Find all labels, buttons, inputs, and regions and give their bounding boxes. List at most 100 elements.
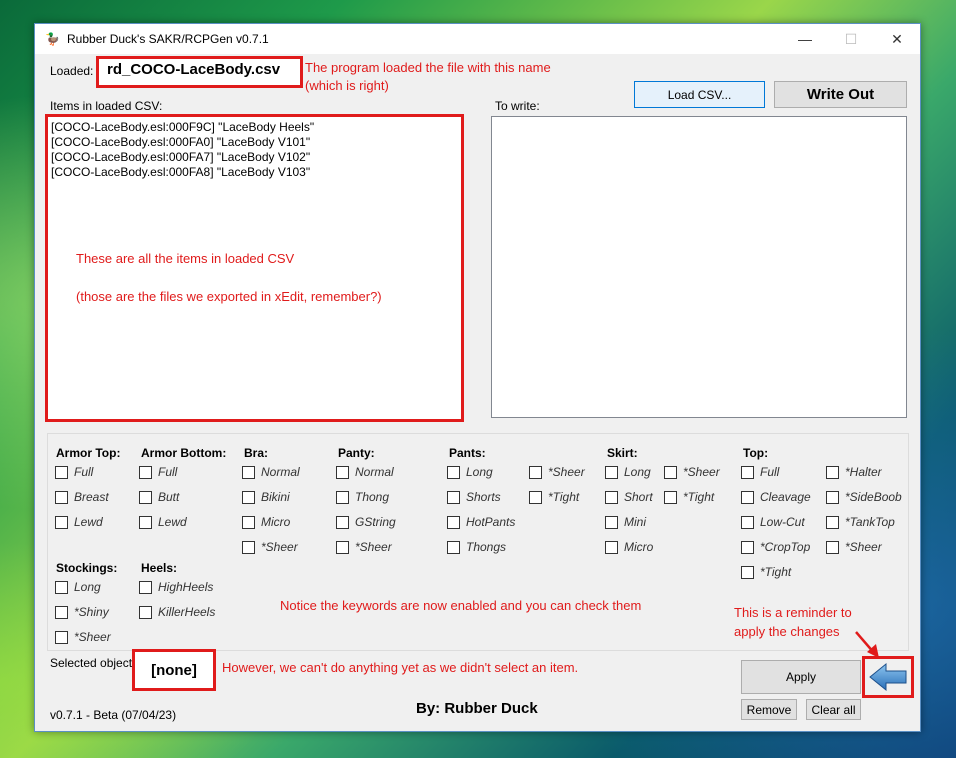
skirt-short-checkbox[interactable]: Short bbox=[605, 490, 653, 504]
checkbox-box[interactable] bbox=[336, 465, 349, 479]
checkbox-box[interactable] bbox=[336, 490, 349, 504]
checkbox-box[interactable] bbox=[336, 540, 349, 554]
heels-highheels-checkbox[interactable]: HighHeels bbox=[139, 580, 213, 594]
load-csv-button[interactable]: Load CSV... bbox=[634, 81, 765, 108]
list-item[interactable]: [COCO-LaceBody.esl:000FA7] "LaceBody V10… bbox=[51, 150, 458, 165]
checkbox-box[interactable] bbox=[336, 515, 349, 529]
checkbox-box[interactable] bbox=[55, 490, 68, 504]
checkbox-box[interactable] bbox=[55, 465, 68, 479]
checkbox-box[interactable] bbox=[741, 465, 754, 479]
bra-sheer-checkbox[interactable]: *Sheer bbox=[242, 540, 298, 554]
checkbox-box[interactable] bbox=[242, 490, 255, 504]
checkbox-box[interactable] bbox=[529, 465, 542, 479]
checkbox-box[interactable] bbox=[139, 580, 152, 594]
checkbox-label: Thongs bbox=[466, 540, 507, 554]
top-full-checkbox[interactable]: Full bbox=[741, 465, 779, 479]
checkbox-label: *Halter bbox=[845, 465, 882, 479]
remove-button[interactable]: Remove bbox=[741, 699, 797, 720]
panty-normal-checkbox[interactable]: Normal bbox=[336, 465, 394, 479]
top-sideboob-checkbox[interactable]: *SideBoob bbox=[826, 490, 902, 504]
close-button[interactable]: ✕ bbox=[874, 24, 920, 54]
checkbox-box[interactable] bbox=[826, 465, 839, 479]
checkbox-box[interactable] bbox=[741, 540, 754, 554]
pants-thongs-checkbox[interactable]: Thongs bbox=[447, 540, 506, 554]
maximize-button[interactable]: ☐ bbox=[828, 24, 874, 54]
skirt-sheer-checkbox[interactable]: *Sheer bbox=[664, 465, 720, 479]
pants-long-checkbox[interactable]: Long bbox=[447, 465, 493, 479]
armor-top-breast-checkbox[interactable]: Breast bbox=[55, 490, 109, 504]
checkbox-box[interactable] bbox=[741, 490, 754, 504]
checkbox-box[interactable] bbox=[826, 540, 839, 554]
checkbox-box[interactable] bbox=[242, 540, 255, 554]
stockings-shiny-checkbox[interactable]: *Shiny bbox=[55, 605, 109, 619]
panty-sheer-checkbox[interactable]: *Sheer bbox=[336, 540, 392, 554]
clear-all-button[interactable]: Clear all bbox=[806, 699, 861, 720]
stockings-sheer-checkbox[interactable]: *Sheer bbox=[55, 630, 111, 644]
pants-sheer-checkbox[interactable]: *Sheer bbox=[529, 465, 585, 479]
bra-bikini-checkbox[interactable]: Bikini bbox=[242, 490, 290, 504]
top-croptop-checkbox[interactable]: *CropTop bbox=[741, 540, 810, 554]
checkbox-box[interactable] bbox=[741, 565, 754, 579]
armor-top-lewd-checkbox[interactable]: Lewd bbox=[55, 515, 103, 529]
top-cleavage-checkbox[interactable]: Cleavage bbox=[741, 490, 811, 504]
items-listbox[interactable]: [COCO-LaceBody.esl:000F9C] "LaceBody Hee… bbox=[45, 114, 464, 422]
to-write-listbox[interactable] bbox=[491, 116, 907, 418]
write-out-button[interactable]: Write Out bbox=[774, 81, 907, 108]
top-lowcut-checkbox[interactable]: Low-Cut bbox=[741, 515, 805, 529]
pants-tight-checkbox[interactable]: *Tight bbox=[529, 490, 579, 504]
armor-bottom-butt-checkbox[interactable]: Butt bbox=[139, 490, 179, 504]
checkbox-label: *Sheer bbox=[683, 465, 720, 479]
minimize-button[interactable]: — bbox=[782, 24, 828, 54]
checkbox-box[interactable] bbox=[605, 515, 618, 529]
armor-bottom-lewd-checkbox[interactable]: Lewd bbox=[139, 515, 187, 529]
armor-bottom-full-checkbox[interactable]: Full bbox=[139, 465, 177, 479]
list-item[interactable]: [COCO-LaceBody.esl:000FA8] "LaceBody V10… bbox=[51, 165, 458, 180]
checkbox-box[interactable] bbox=[242, 515, 255, 529]
checkbox-box[interactable] bbox=[55, 630, 68, 644]
checkbox-box[interactable] bbox=[55, 605, 68, 619]
panty-thong-checkbox[interactable]: Thong bbox=[336, 490, 389, 504]
checkbox-box[interactable] bbox=[447, 540, 460, 554]
checkbox-box[interactable] bbox=[664, 465, 677, 479]
skirt-micro-checkbox[interactable]: Micro bbox=[605, 540, 653, 554]
checkbox-box[interactable] bbox=[447, 515, 460, 529]
heels-killerheels-checkbox[interactable]: KillerHeels bbox=[139, 605, 215, 619]
checkbox-box[interactable] bbox=[447, 490, 460, 504]
pants-hotpants-checkbox[interactable]: HotPants bbox=[447, 515, 515, 529]
checkbox-box[interactable] bbox=[55, 515, 68, 529]
skirt-mini-checkbox[interactable]: Mini bbox=[605, 515, 646, 529]
skirt-tight-checkbox[interactable]: *Tight bbox=[664, 490, 714, 504]
skirt-long-checkbox[interactable]: Long bbox=[605, 465, 651, 479]
back-arrow-button[interactable] bbox=[862, 656, 914, 698]
checkbox-box[interactable] bbox=[826, 490, 839, 504]
apply-button[interactable]: Apply bbox=[741, 660, 861, 694]
top-tanktop-checkbox[interactable]: *TankTop bbox=[826, 515, 895, 529]
panty-gstring-checkbox[interactable]: GString bbox=[336, 515, 396, 529]
checkbox-box[interactable] bbox=[741, 515, 754, 529]
title-bar[interactable]: 🦆 Rubber Duck's SAKR/RCPGen v0.7.1 — ☐ ✕ bbox=[35, 24, 920, 54]
checkbox-box[interactable] bbox=[242, 465, 255, 479]
checkbox-box[interactable] bbox=[529, 490, 542, 504]
checkbox-box[interactable] bbox=[664, 490, 677, 504]
list-item[interactable]: [COCO-LaceBody.esl:000F9C] "LaceBody Hee… bbox=[51, 120, 458, 135]
checkbox-box[interactable] bbox=[447, 465, 460, 479]
checkbox-box[interactable] bbox=[139, 465, 152, 479]
checkbox-box[interactable] bbox=[605, 490, 618, 504]
checkbox-box[interactable] bbox=[55, 580, 68, 594]
list-item[interactable]: [COCO-LaceBody.esl:000FA0] "LaceBody V10… bbox=[51, 135, 458, 150]
bra-normal-checkbox[interactable]: Normal bbox=[242, 465, 300, 479]
checkbox-box[interactable] bbox=[139, 605, 152, 619]
checkbox-box[interactable] bbox=[139, 490, 152, 504]
pants-shorts-checkbox[interactable]: Shorts bbox=[447, 490, 501, 504]
checkbox-box[interactable] bbox=[605, 540, 618, 554]
checkbox-box[interactable] bbox=[605, 465, 618, 479]
armor-top-full-checkbox[interactable]: Full bbox=[55, 465, 93, 479]
checkbox-box[interactable] bbox=[139, 515, 152, 529]
stockings-long-checkbox[interactable]: Long bbox=[55, 580, 101, 594]
top-sheer-checkbox[interactable]: *Sheer bbox=[826, 540, 882, 554]
checkbox-label: Lewd bbox=[74, 515, 103, 529]
top-halter-checkbox[interactable]: *Halter bbox=[826, 465, 882, 479]
checkbox-box[interactable] bbox=[826, 515, 839, 529]
top-tight-checkbox[interactable]: *Tight bbox=[741, 565, 791, 579]
bra-micro-checkbox[interactable]: Micro bbox=[242, 515, 290, 529]
